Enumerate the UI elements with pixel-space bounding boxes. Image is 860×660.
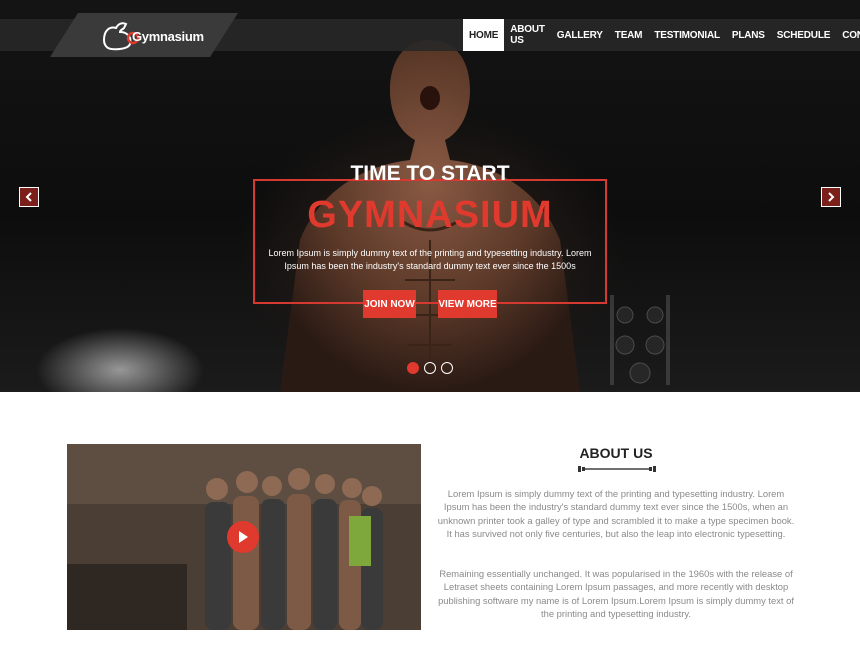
chevron-right-icon bbox=[828, 192, 835, 202]
slider-dot-3[interactable] bbox=[441, 362, 453, 374]
slider-prev-button[interactable] bbox=[19, 187, 39, 207]
nav-testimonial[interactable]: TESTIMONIAL bbox=[648, 19, 726, 51]
play-icon bbox=[239, 531, 248, 543]
barbell-icon bbox=[578, 466, 656, 472]
about-title: ABOUT US bbox=[579, 445, 653, 461]
about-paragraph-2: Remaining essentially unchanged. It was … bbox=[438, 568, 794, 620]
dumbbell-rack-image bbox=[610, 295, 670, 385]
main-nav: HOME ABOUT US GALLERY TEAM TESTIMONIAL P… bbox=[463, 19, 860, 51]
about-paragraph-1: Lorem Ipsum is simply dummy text of the … bbox=[437, 488, 795, 540]
slider-dot-1[interactable] bbox=[407, 362, 419, 374]
nav-home[interactable]: HOME bbox=[463, 19, 505, 51]
video-play-button[interactable] bbox=[227, 521, 259, 553]
nav-plans[interactable]: PLANS bbox=[726, 19, 771, 51]
slider-dots bbox=[407, 362, 453, 374]
slide-description: Lorem Ipsum is simply dummy text of the … bbox=[268, 248, 592, 271]
logo-text: Gymnasium bbox=[132, 29, 204, 44]
nav-schedule[interactable]: SCHEDULE bbox=[771, 19, 836, 51]
slide-kicker: TIME TO START bbox=[350, 162, 510, 185]
view-more-button[interactable]: VIEW MORE bbox=[438, 290, 497, 318]
nav-about-us[interactable]: ABOUT US bbox=[504, 19, 551, 51]
nav-gallery[interactable]: GALLERY bbox=[551, 19, 609, 51]
chevron-left-icon bbox=[25, 192, 32, 202]
join-now-button[interactable]: JOIN NOW bbox=[363, 290, 416, 318]
logo[interactable]: Gymnasium bbox=[100, 18, 204, 54]
slide-title: GYMNASIUM bbox=[307, 194, 553, 236]
slider-dot-2[interactable] bbox=[424, 362, 436, 374]
nav-team[interactable]: TEAM bbox=[609, 19, 649, 51]
slider-next-button[interactable] bbox=[821, 187, 841, 207]
hero-slider: Gymnasium HOME ABOUT US GALLERY TEAM TES… bbox=[0, 0, 860, 392]
nav-contact[interactable]: CONTACT bbox=[836, 19, 860, 51]
